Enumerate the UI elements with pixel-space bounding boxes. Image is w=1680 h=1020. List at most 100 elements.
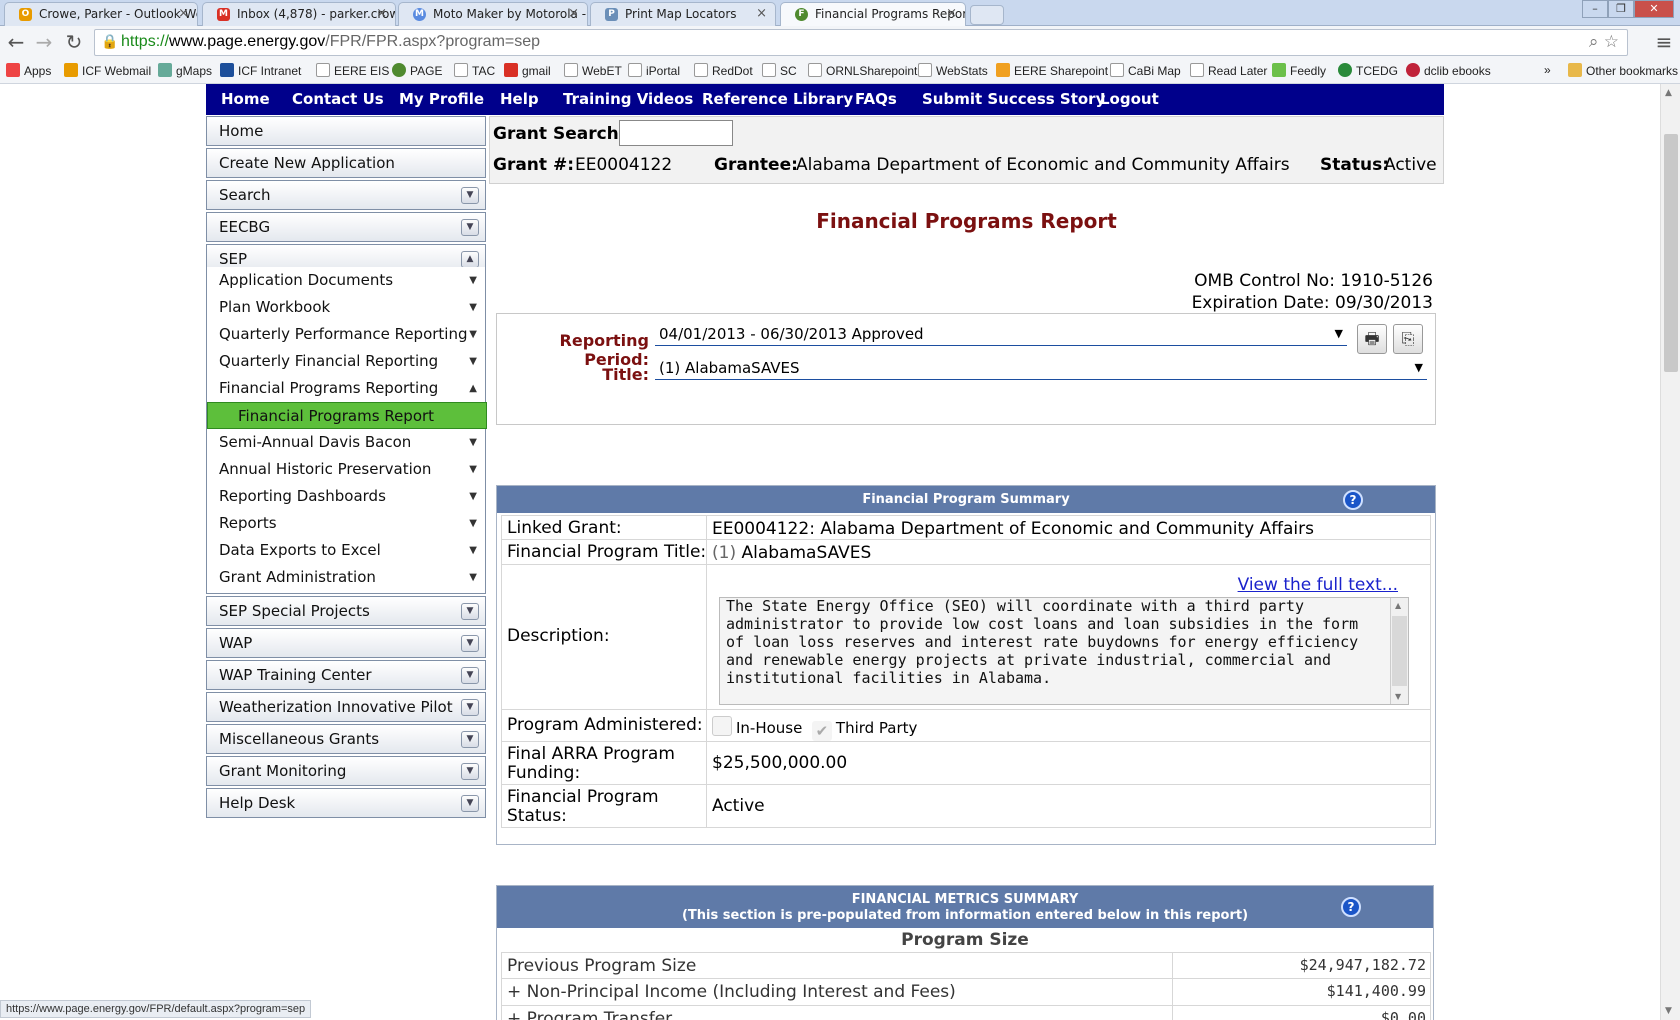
scroll-down-icon[interactable]: ▼ <box>1665 1006 1672 1016</box>
sep-item-historic-preservation[interactable]: Annual Historic Preservation ▼ <box>207 456 487 483</box>
window-close-icon[interactable]: ✕ <box>1634 0 1674 18</box>
leftnav-grant-monitoring[interactable]: Grant Monitoring ▼ <box>206 756 486 786</box>
nav-home[interactable]: Home <box>221 90 270 108</box>
sep-item-quarterly-financial[interactable]: Quarterly Financial Reporting ▼ <box>207 348 487 375</box>
forward-icon[interactable]: → <box>32 31 56 55</box>
chevron-down-icon[interactable]: ▼ <box>461 187 479 204</box>
chevron-down-icon[interactable]: ▼ <box>461 635 479 652</box>
bookmarks-overflow[interactable]: » <box>1544 63 1551 77</box>
leftnav-weatherization-innovative-pilot[interactable]: Weatherization Innovative Pilot ▼ <box>206 692 486 722</box>
sep-item-plan-workbook[interactable]: Plan Workbook ▼ <box>207 294 487 321</box>
sep-item-reporting-dashboards[interactable]: Reporting Dashboards ▼ <box>207 483 487 510</box>
scroll-thumb[interactable] <box>1664 134 1678 372</box>
bookmark-icf-intranet[interactable]: ICF Intranet <box>220 63 301 78</box>
chevron-down-icon[interactable]: ▼ <box>461 219 479 236</box>
bookmark-tac[interactable]: TAC <box>454 63 495 78</box>
leftnav-miscellaneous-grants[interactable]: Miscellaneous Grants ▼ <box>206 724 486 754</box>
description-textarea[interactable]: The State Energy Office (SEO) will coord… <box>719 597 1409 705</box>
nav-training-videos[interactable]: Training Videos <box>563 90 693 108</box>
inhouse-checkbox[interactable] <box>712 716 732 736</box>
zoom-star-icons[interactable]: ⌕ ☆ <box>1589 32 1619 52</box>
nav-submit-success-story[interactable]: Submit Success Story <box>922 90 1105 108</box>
page-scrollbar[interactable]: ▲ ▼ <box>1660 84 1680 1020</box>
nav-logout[interactable]: Logout <box>1100 90 1159 108</box>
close-icon[interactable]: × <box>568 3 579 25</box>
description-scrollbar[interactable]: ▲ ▼ <box>1390 598 1408 704</box>
bookmark-webstats[interactable]: WebStats <box>918 63 988 78</box>
leftnav-search[interactable]: Search ▼ <box>206 180 486 210</box>
bookmark-cabi-map[interactable]: CaBi Map <box>1110 63 1181 78</box>
chevron-down-icon[interactable]: ▼ <box>461 731 479 748</box>
nav-contact-us[interactable]: Contact Us <box>292 90 384 108</box>
sep-item-financial-programs-reporting[interactable]: Financial Programs Reporting ▲ <box>207 375 487 402</box>
sep-item-reports[interactable]: Reports ▼ <box>207 510 487 537</box>
browser-tab-gmail[interactable]: M Inbox (4,878) - parker.crow × <box>202 2 396 26</box>
chevron-down-icon[interactable]: ▼ <box>461 667 479 684</box>
leftnav-sep-special-projects[interactable]: SEP Special Projects ▼ <box>206 596 486 626</box>
leftnav-wap[interactable]: WAP ▼ <box>206 628 486 658</box>
chevron-down-icon[interactable]: ▼ <box>461 699 479 716</box>
leftnav-eecbg[interactable]: EECBG ▼ <box>206 212 486 242</box>
help-icon[interactable]: ? <box>1341 897 1361 917</box>
close-icon[interactable]: × <box>946 3 957 25</box>
bookmark-feedly[interactable]: Feedly <box>1272 63 1326 78</box>
chevron-down-icon[interactable]: ▼ <box>461 795 479 812</box>
leftnav-help-desk[interactable]: Help Desk ▼ <box>206 788 486 818</box>
leftnav-wap-training-center[interactable]: WAP Training Center ▼ <box>206 660 486 690</box>
bookmark-reddot[interactable]: RedDot <box>694 63 753 78</box>
grant-search-input[interactable] <box>619 120 733 146</box>
bookmark-iportal[interactable]: iPortal <box>628 63 680 78</box>
nav-reference-library[interactable]: Reference Library <box>702 90 853 108</box>
sep-item-davis-bacon[interactable]: Semi-Annual Davis Bacon ▼ <box>207 429 487 456</box>
browser-tab-outlook[interactable]: O Crowe, Parker - Outlook Wel × <box>4 2 198 26</box>
restore-icon[interactable]: ❐ <box>1608 0 1634 18</box>
bookmark-sc[interactable]: SC <box>762 63 797 78</box>
sep-item-application-documents[interactable]: Application Documents ▼ <box>207 267 487 294</box>
bookmark-page[interactable]: PAGE <box>392 63 442 78</box>
print-icon[interactable]: 🖶 <box>1357 324 1387 354</box>
sep-item-quarterly-performance[interactable]: Quarterly Performance Reporting ▼ <box>207 321 487 348</box>
sep-item-financial-programs-report[interactable]: Financial Programs Report <box>207 402 487 429</box>
bookmark-eere-eis[interactable]: EERE EIS <box>316 63 389 78</box>
reporting-period-select[interactable]: 04/01/2013 - 06/30/2013 Approved ▼ <box>655 322 1347 346</box>
close-icon[interactable]: × <box>178 3 189 25</box>
close-icon[interactable]: × <box>376 3 387 25</box>
bookmark-read-later[interactable]: Read Later <box>1190 63 1267 78</box>
view-full-text-link[interactable]: View the full text... <box>1238 575 1398 595</box>
back-icon[interactable]: ← <box>4 31 28 55</box>
new-tab-button[interactable] <box>970 5 1004 25</box>
browser-tab-print-map[interactable]: P Print Map Locators × <box>590 2 776 26</box>
bookmark-eere-sharepoint[interactable]: EERE Sharepoint <box>996 63 1108 78</box>
nav-help[interactable]: Help <box>500 90 539 108</box>
menu-icon[interactable]: ≡ <box>1652 31 1676 55</box>
chevron-down-icon[interactable]: ▼ <box>461 603 479 620</box>
chevron-down-icon[interactable]: ▼ <box>461 763 479 780</box>
bookmark-gmaps[interactable]: gMaps <box>158 63 212 78</box>
help-icon[interactable]: ? <box>1343 490 1363 510</box>
nav-faqs[interactable]: FAQs <box>855 90 897 108</box>
minimize-icon[interactable]: – <box>1582 0 1608 18</box>
leftnav-create-new-application[interactable]: Create New Application <box>206 148 486 178</box>
bookmark-ornlsharepoint[interactable]: ORNLSharepoint <box>808 63 917 78</box>
scroll-down-icon[interactable]: ▼ <box>1395 692 1401 701</box>
nav-my-profile[interactable]: My Profile <box>399 90 484 108</box>
leftnav-home[interactable]: Home <box>206 116 486 146</box>
bookmark-gmail[interactable]: gmail <box>504 63 551 78</box>
scroll-up-icon[interactable]: ▲ <box>1665 88 1672 98</box>
chevron-up-icon[interactable]: ▲ <box>461 251 479 268</box>
url-input[interactable]: 🔒 https://www.page.energy.gov/FPR/FPR.as… <box>94 29 1628 56</box>
thirdparty-checkbox[interactable]: ✔ <box>811 721 832 741</box>
bookmark-tcedg[interactable]: TCEDG <box>1338 63 1398 78</box>
bookmark-icf-webmail[interactable]: ICF Webmail <box>64 63 151 78</box>
close-icon[interactable]: × <box>756 3 767 25</box>
browser-tab-financial-programs[interactable]: F Financial Programs Report × <box>780 2 966 26</box>
sep-item-data-exports[interactable]: Data Exports to Excel ▼ <box>207 537 487 564</box>
reload-icon[interactable]: ↻ <box>62 31 86 55</box>
bookmark-dclib-ebooks[interactable]: dclib ebooks <box>1406 63 1491 78</box>
export-icon[interactable]: ⎘ <box>1393 324 1423 354</box>
sep-item-grant-administration[interactable]: Grant Administration ▼ <box>207 564 487 591</box>
other-bookmarks[interactable]: Other bookmarks <box>1568 63 1678 78</box>
bookmark-webet[interactable]: WebET <box>564 63 622 78</box>
browser-tab-motorola[interactable]: M Moto Maker by Motorola - A × <box>398 2 588 26</box>
title-select[interactable]: (1) AlabamaSAVES ▼ <box>655 356 1427 380</box>
